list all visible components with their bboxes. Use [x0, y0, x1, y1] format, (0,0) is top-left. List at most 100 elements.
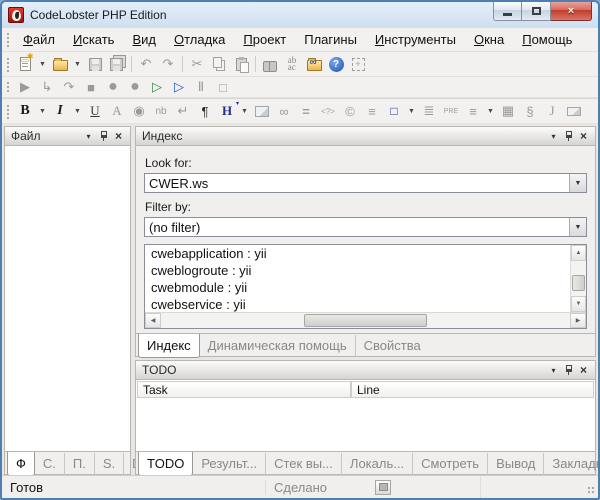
pause-button[interactable]: Ⅱ	[191, 78, 211, 96]
close-button[interactable]: ×	[551, 2, 592, 21]
undo-button[interactable]: ↶	[136, 54, 156, 74]
list-dropdown[interactable]: ▼	[485, 101, 496, 121]
index-panel-header[interactable]: Индекс ▾ ×	[135, 126, 596, 146]
copy-button[interactable]	[209, 54, 229, 74]
pre-button[interactable]: PRE	[441, 101, 461, 121]
scroll-left-button[interactable]: ◀	[145, 313, 161, 328]
save-all-button[interactable]	[107, 54, 127, 74]
new-file-button[interactable]	[15, 54, 35, 74]
div-button[interactable]: □	[384, 101, 404, 121]
open-file-button[interactable]	[50, 54, 70, 74]
files-panel-body[interactable]	[4, 146, 131, 452]
tab-results[interactable]: Результ...	[193, 453, 266, 475]
input-field-button[interactable]	[564, 101, 584, 121]
files-panel-close-button[interactable]: ×	[111, 129, 126, 143]
replace-button[interactable]: abac	[282, 54, 302, 74]
hr-button[interactable]: =	[296, 101, 316, 121]
tab-output[interactable]: Вывод	[488, 453, 544, 475]
vertical-scroll-thumb[interactable]	[572, 275, 585, 291]
look-for-dropdown-button[interactable]: ▼	[569, 174, 586, 192]
heading-dropdown[interactable]: ▼	[239, 101, 250, 121]
tab-locals[interactable]: Локаль...	[342, 453, 413, 475]
run-browser-button[interactable]: ▷	[169, 78, 189, 96]
index-panel-menu-button[interactable]: ▾	[546, 129, 561, 143]
todo-panel-close-button[interactable]: ×	[576, 363, 591, 377]
resize-grip[interactable]	[584, 476, 598, 498]
menu-item-tools[interactable]: Инструменты	[366, 29, 465, 50]
list-item[interactable]: cweblogroute : yii	[145, 262, 570, 279]
menu-item-debug[interactable]: Отладка	[165, 29, 234, 50]
look-for-combobox[interactable]: CWER.ws ▼	[144, 173, 587, 193]
horizontal-scrollbar[interactable]: ◀ ▶	[145, 312, 586, 328]
stop-button[interactable]: □	[213, 78, 233, 96]
tab-todo[interactable]: TODO	[138, 452, 193, 475]
vertical-scroll-track[interactable]	[571, 261, 586, 296]
table-button[interactable]: ▦	[498, 101, 518, 121]
scroll-right-button[interactable]: ▶	[570, 313, 586, 328]
files-tab-f[interactable]: Ф	[7, 452, 35, 475]
list-item[interactable]: cwebapplication : yii	[145, 245, 570, 262]
column-header-line[interactable]: Line	[351, 381, 594, 398]
paragraph-button[interactable]: ¶	[195, 101, 215, 121]
toolbar-grip[interactable]	[5, 80, 11, 94]
nbsp-button[interactable]: nb	[151, 101, 171, 121]
run-script-button[interactable]: ▷	[147, 78, 167, 96]
run-button[interactable]: ▶	[15, 78, 35, 96]
menu-item-plugins[interactable]: Плагины	[295, 29, 366, 50]
heading-button[interactable]: H▾	[217, 101, 237, 121]
toolbar-grip[interactable]	[5, 56, 11, 73]
paste-button[interactable]	[231, 54, 251, 74]
remove-breakpoints-button[interactable]: ●	[125, 78, 145, 96]
open-file-dropdown[interactable]: ▼	[72, 54, 83, 74]
new-file-dropdown[interactable]: ▼	[37, 54, 48, 74]
index-panel-close-button[interactable]: ×	[576, 129, 591, 143]
save-button[interactable]	[85, 54, 105, 74]
script-button[interactable]: <?>	[318, 101, 338, 121]
form-button[interactable]: §	[520, 101, 540, 121]
italic-button[interactable]: I	[50, 101, 70, 121]
link-button[interactable]: ∞	[274, 101, 294, 121]
menu-item-windows[interactable]: Окна	[465, 29, 513, 50]
color-button[interactable]: ◉	[129, 101, 149, 121]
image-button[interactable]	[252, 101, 272, 121]
step-over-button[interactable]: ↷	[59, 78, 79, 96]
menu-item-help[interactable]: Помощь	[513, 29, 581, 50]
list-button[interactable]: ≡	[463, 101, 483, 121]
scroll-down-button[interactable]: ▼	[571, 296, 586, 312]
redo-button[interactable]: ↷	[158, 54, 178, 74]
maximize-button[interactable]	[522, 2, 551, 21]
title-bar[interactable]: CodeLobster PHP Edition ×	[2, 2, 598, 28]
help-button[interactable]: ?	[326, 54, 346, 74]
todo-panel-pin-button[interactable]	[561, 363, 576, 377]
line-break-button[interactable]: ↵	[173, 101, 193, 121]
filter-by-value[interactable]: (no filter)	[145, 218, 569, 236]
underline-button[interactable]: U	[85, 101, 105, 121]
find-button[interactable]	[260, 54, 280, 74]
horizontal-scroll-track[interactable]	[161, 313, 570, 328]
cut-button[interactable]: ✂	[187, 54, 207, 74]
menu-item-project[interactable]: Проект	[234, 29, 295, 50]
files-tab-s[interactable]: С.	[35, 453, 65, 475]
index-panel-pin-button[interactable]	[561, 129, 576, 143]
column-header-task[interactable]: Task	[137, 381, 351, 398]
list-item[interactable]: cwebmodule : yii	[145, 279, 570, 296]
todo-panel-menu-button[interactable]: ▾	[546, 363, 561, 377]
todo-table-rows[interactable]	[136, 398, 595, 451]
bold-button[interactable]: B	[15, 101, 35, 121]
list-item[interactable]: cwebservice : yii	[145, 296, 570, 312]
menu-item-file[interactable]: Файл	[14, 29, 64, 50]
toolbar-grip[interactable]	[5, 31, 11, 47]
scroll-up-button[interactable]: ▲	[571, 245, 586, 261]
fullscreen-button[interactable]: +	[348, 54, 368, 74]
menu-item-search[interactable]: Искать	[64, 29, 124, 50]
tab-properties[interactable]: Свойства	[356, 335, 429, 357]
align-center-button[interactable]: ≡	[362, 101, 382, 121]
copyright-button[interactable]: ©	[340, 101, 360, 121]
files-panel-header[interactable]: Файл ▾ ×	[4, 126, 131, 146]
div-dropdown[interactable]: ▼	[406, 101, 417, 121]
toolbar-grip[interactable]	[5, 103, 11, 120]
javascript-button[interactable]: J	[542, 101, 562, 121]
stop-debug-button[interactable]: ■	[81, 78, 101, 96]
horizontal-scroll-thumb[interactable]	[304, 314, 427, 327]
filter-by-combobox[interactable]: (no filter) ▼	[144, 217, 587, 237]
